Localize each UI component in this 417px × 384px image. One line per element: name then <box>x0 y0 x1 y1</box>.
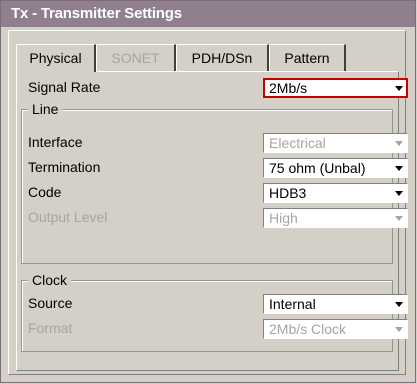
tab-pattern[interactable]: Pattern <box>269 44 346 71</box>
line-group-title: Line <box>28 101 63 117</box>
termination-select[interactable]: 75 ohm (Unbal) <box>263 158 408 178</box>
tab-pdh-dsn[interactable]: PDH/DSn <box>176 44 269 71</box>
interface-select: Electrical <box>263 133 408 153</box>
chevron-down-icon[interactable] <box>391 80 406 96</box>
chevron-down-icon[interactable] <box>391 185 406 201</box>
source-label: Source <box>28 295 73 311</box>
chevron-down-icon <box>391 210 406 226</box>
chevron-down-icon <box>391 321 406 337</box>
interface-label: Interface <box>28 134 83 150</box>
code-value: HDB3 <box>269 185 307 201</box>
signal-rate-label: Signal Rate <box>28 79 101 95</box>
clock-group-title: Clock <box>28 272 72 288</box>
source-select[interactable]: Internal <box>263 294 408 314</box>
tab-pattern-label: Pattern <box>284 50 330 66</box>
signal-rate-select[interactable]: 2Mb/s <box>263 78 408 98</box>
signal-rate-value: 2Mb/s <box>269 80 308 96</box>
tab-physical[interactable]: Physical <box>16 44 96 72</box>
tab-pdh-dsn-label: PDH/DSn <box>191 50 253 66</box>
chevron-down-icon[interactable] <box>391 296 406 312</box>
chevron-down-icon <box>391 135 406 151</box>
window-title: Tx - Transmitter Settings <box>11 5 182 22</box>
output-level-label: Output Level <box>28 209 108 225</box>
format-label: Format <box>28 320 73 336</box>
termination-value: 75 ohm (Unbal) <box>269 160 366 176</box>
code-label: Code <box>28 184 62 200</box>
code-select[interactable]: HDB3 <box>263 183 408 203</box>
tab-sonet-label: SONET <box>111 50 160 66</box>
termination-label: Termination <box>28 159 101 175</box>
format-value: 2Mb/s Clock <box>269 321 347 337</box>
tab-physical-label: Physical <box>29 50 82 66</box>
title-bar[interactable]: Tx - Transmitter Settings <box>1 1 415 27</box>
interface-value: Electrical <box>269 135 326 151</box>
format-select: 2Mb/s Clock <box>263 319 408 339</box>
source-value: Internal <box>269 296 316 312</box>
chevron-down-icon[interactable] <box>391 160 406 176</box>
tab-sonet: SONET <box>96 44 176 71</box>
clock-group <box>21 280 393 352</box>
output-level-select: High <box>263 208 408 228</box>
output-level-value: High <box>269 210 298 226</box>
